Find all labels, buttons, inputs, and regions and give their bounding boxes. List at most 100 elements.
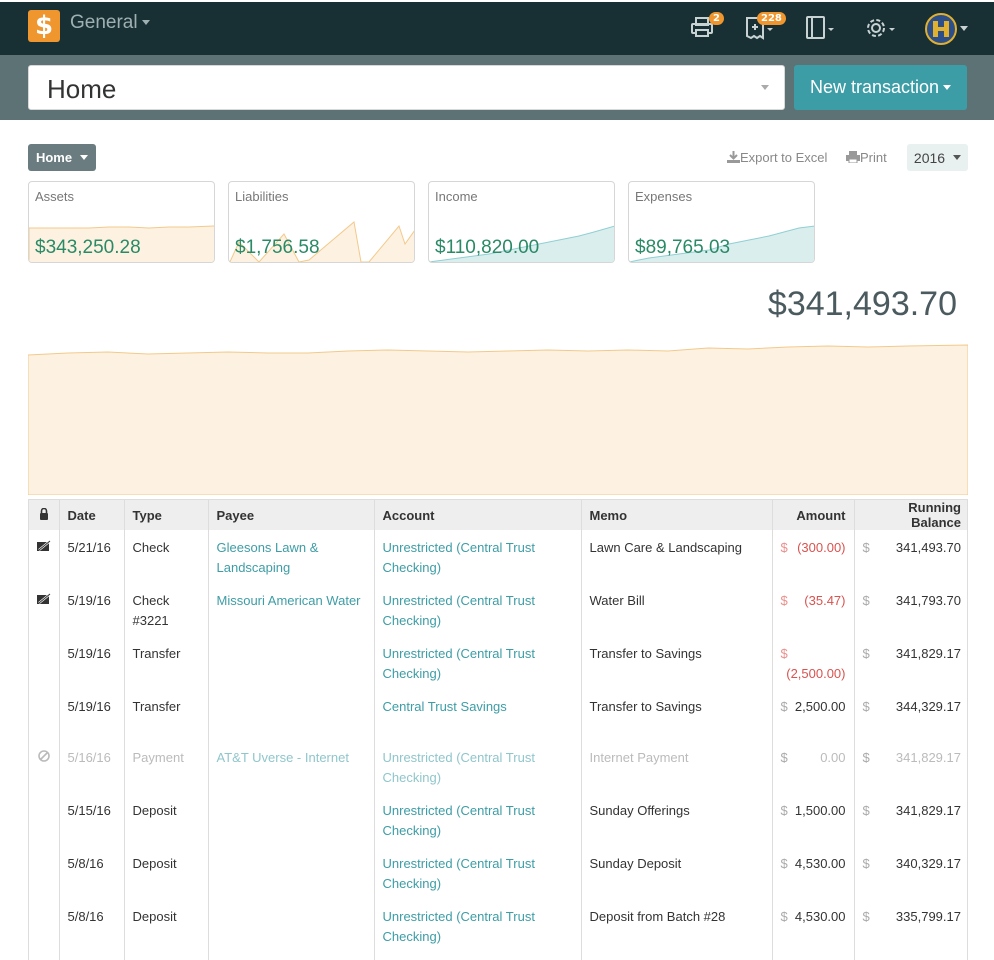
- balance-cell: $341,493.70: [854, 530, 967, 583]
- balance-cell: $341,829.17: [854, 740, 967, 793]
- balance-value: 335,799.17: [895, 909, 961, 924]
- balance-cell: $335,799.17: [854, 899, 967, 952]
- table-row[interactable]: 5/8/16 Deposit Unrestricted (Central Trust…: [29, 846, 967, 899]
- memo-column-header[interactable]: Memo: [581, 500, 773, 530]
- payee-link[interactable]: [208, 689, 375, 740]
- balance-column-header[interactable]: Running Balance: [854, 500, 967, 530]
- payee-link[interactable]: [208, 636, 375, 689]
- row-status-cell[interactable]: [29, 793, 60, 846]
- balance-cell: $341,829.17: [854, 636, 967, 689]
- date-cell: 5/19/16: [59, 583, 125, 636]
- row-status-cell[interactable]: [29, 899, 60, 952]
- table-row[interactable]: 5/21/16 Check Gleesons Lawn & Landscaping U…: [29, 530, 967, 583]
- payee-column-header[interactable]: Payee: [208, 500, 375, 530]
- new-transaction-button[interactable]: New transaction: [794, 65, 967, 110]
- table-row[interactable]: 5/15/16 Deposit Unrestricted (Central Trus…: [29, 793, 967, 846]
- currency-symbol: $: [780, 803, 788, 818]
- amount-cell: $ (35.47): [772, 583, 855, 636]
- print-label: Print: [860, 150, 887, 165]
- org-switcher[interactable]: General: [70, 12, 150, 34]
- income-card[interactable]: Income $110,820.00: [428, 181, 615, 263]
- row-status-cell[interactable]: [29, 583, 60, 636]
- type-cell: Check: [124, 952, 209, 960]
- type-cell: Check #3221: [124, 583, 209, 636]
- table-header-row: Date Type Payee Account Memo Amount Runn…: [29, 500, 967, 530]
- ledger-menu-button[interactable]: [804, 12, 838, 42]
- print-queue-button[interactable]: 2: [690, 12, 724, 42]
- account-select[interactable]: Home: [28, 65, 785, 110]
- account-link[interactable]: Unrestricted (Central Trust Checking): [374, 899, 582, 952]
- liabilities-card[interactable]: Liabilities $1,756.58: [228, 181, 415, 263]
- row-status-cell[interactable]: [29, 689, 60, 740]
- assets-label: Assets: [35, 189, 75, 204]
- table-row[interactable]: 5/8/16 Deposit Unrestricted (Central Trust…: [29, 899, 967, 952]
- chevron-down-icon: [80, 155, 89, 160]
- currency-symbol: $: [780, 750, 788, 765]
- type-cell: Deposit: [124, 846, 209, 899]
- memo-cell: Sunday Offerings: [581, 793, 773, 846]
- account-link[interactable]: Unrestricted (Central Trust Checking): [374, 740, 582, 793]
- void-icon: [37, 750, 50, 765]
- account-link[interactable]: Unrestricted (Central Trust Checking): [374, 846, 582, 899]
- view-selector-label: Home: [35, 150, 73, 165]
- export-excel-label: Export to Excel: [740, 150, 828, 165]
- table-row[interactable]: 5/19/16 Check #3221 Missouri American Wate…: [29, 583, 967, 636]
- payee-link[interactable]: [208, 793, 375, 846]
- payee-link[interactable]: [208, 846, 375, 899]
- row-status-cell[interactable]: [29, 636, 60, 689]
- account-link[interactable]: Unrestricted (Central Trust Checking): [374, 793, 582, 846]
- row-status-cell[interactable]: [29, 952, 60, 960]
- amount-value: (2,500.00): [786, 666, 846, 681]
- row-status-cell[interactable]: [29, 846, 60, 899]
- assets-card[interactable]: Assets $343,250.28: [28, 181, 215, 263]
- row-status-cell[interactable]: [29, 530, 60, 583]
- account-link[interactable]: Unrestricted (Central Trust Checking): [374, 530, 582, 583]
- type-column-header[interactable]: Type: [124, 500, 209, 530]
- amount-value: 0.00: [820, 750, 846, 765]
- table-row[interactable]: 5/19/16 Transfer Unrestricted (Central Tru…: [29, 636, 967, 689]
- balance-cell: $341,829.17: [854, 793, 967, 846]
- table-row[interactable]: 5/19/16 Transfer Central Trust Savings Tran…: [29, 689, 967, 740]
- amount-value: (300.00): [797, 540, 846, 555]
- currency-symbol: $: [862, 750, 870, 765]
- year-selector[interactable]: 2016: [907, 144, 968, 171]
- table-row[interactable]: 5/7/16CheckGleesons Lawn & LandscapingUn…: [29, 952, 967, 960]
- balance-value: 341,829.17: [895, 750, 961, 765]
- amount-column-header[interactable]: Amount: [772, 500, 855, 530]
- notebook-icon: [806, 16, 834, 39]
- account-column-header[interactable]: Account: [374, 500, 582, 530]
- expenses-card[interactable]: Expenses $89,765.03: [628, 181, 815, 263]
- memo-cell: Deposit from Batch #28: [581, 899, 773, 952]
- account-link[interactable]: Unrestricted (Central Trust Checking): [374, 952, 582, 960]
- add-receipt-button[interactable]: 228: [744, 12, 786, 42]
- payee-link[interactable]: [208, 899, 375, 952]
- table-row[interactable]: 5/16/16 Payment AT&T Uverse - Internet Unre…: [29, 740, 967, 793]
- lock-column-header[interactable]: [29, 500, 60, 530]
- payee-link[interactable]: Gleesons Lawn & Landscaping: [208, 530, 375, 583]
- view-selector-button[interactable]: Home: [28, 144, 96, 171]
- memo-cell: Sunday Deposit: [581, 846, 773, 899]
- transactions-table: Date Type Payee Account Memo Amount Runn…: [28, 499, 968, 960]
- income-label: Income: [435, 189, 478, 204]
- payee-link[interactable]: Gleesons Lawn & Landscaping: [208, 952, 375, 960]
- reconciled-check-icon: [36, 593, 51, 608]
- export-excel-link[interactable]: Export to Excel: [727, 150, 827, 165]
- app-logo-dollar-icon[interactable]: $: [28, 10, 60, 42]
- date-column-header[interactable]: Date: [59, 500, 125, 530]
- row-status-cell[interactable]: [29, 740, 60, 793]
- print-link[interactable]: Print: [846, 150, 887, 165]
- settings-menu-button[interactable]: [862, 12, 898, 42]
- account-link[interactable]: Central Trust Savings: [374, 689, 582, 740]
- chevron-down-icon: [761, 85, 769, 90]
- account-link[interactable]: Unrestricted (Central Trust Checking): [374, 636, 582, 689]
- year-value: 2016: [913, 149, 946, 166]
- assets-amount: $343,250.28: [35, 237, 141, 258]
- date-cell: 5/7/16: [59, 952, 125, 960]
- payee-link[interactable]: Missouri American Water: [208, 583, 375, 636]
- org-name-label: General: [70, 12, 138, 33]
- user-avatar[interactable]: [925, 13, 957, 45]
- new-transaction-label: New transaction: [809, 77, 940, 97]
- balance-value: 341,493.70: [895, 540, 961, 555]
- payee-link[interactable]: AT&T Uverse - Internet: [208, 740, 375, 793]
- account-link[interactable]: Unrestricted (Central Trust Checking): [374, 583, 582, 636]
